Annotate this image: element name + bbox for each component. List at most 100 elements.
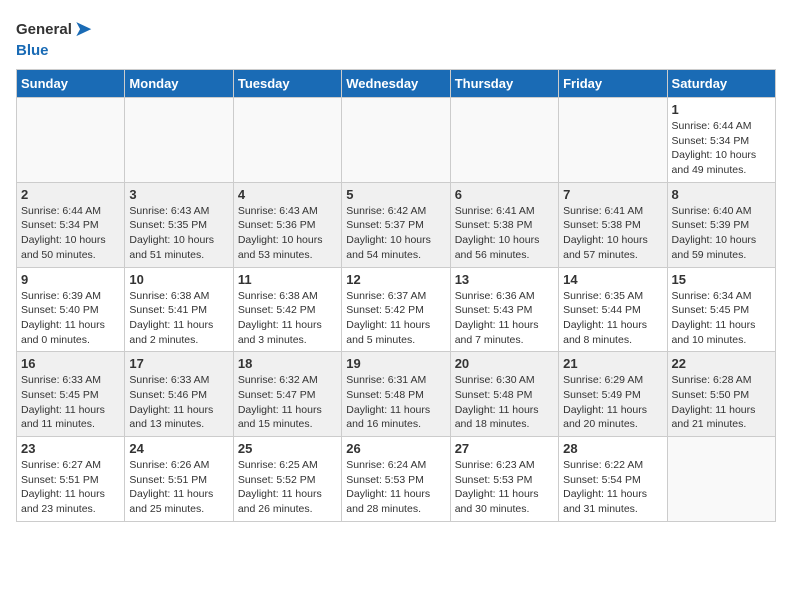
logo-general-text: General: [16, 21, 72, 38]
dow-header-friday: Friday: [559, 70, 667, 98]
logo: General ➤ Blue: [16, 16, 92, 59]
day-number: 10: [129, 272, 228, 287]
day-info: Sunrise: 6:27 AM Sunset: 5:51 PM Dayligh…: [21, 458, 120, 517]
calendar-cell: 9 Sunrise: 6:39 AM Sunset: 5:40 PM Daylig…: [17, 267, 125, 352]
day-info: Sunrise: 6:43 AM Sunset: 5:36 PM Dayligh…: [238, 204, 337, 263]
dow-header-sunday: Sunday: [17, 70, 125, 98]
calendar-cell: 5 Sunrise: 6:42 AM Sunset: 5:37 PM Daylig…: [342, 182, 450, 267]
calendar-cell: 10 Sunrise: 6:38 AM Sunset: 5:41 PM Dayli…: [125, 267, 233, 352]
day-number: 1: [672, 102, 771, 117]
calendar-cell: 4 Sunrise: 6:43 AM Sunset: 5:36 PM Daylig…: [233, 182, 341, 267]
calendar-cell: 11 Sunrise: 6:38 AM Sunset: 5:42 PM Dayli…: [233, 267, 341, 352]
day-info: Sunrise: 6:35 AM Sunset: 5:44 PM Dayligh…: [563, 289, 662, 348]
calendar-cell: 27 Sunrise: 6:23 AM Sunset: 5:53 PM Dayli…: [450, 437, 558, 522]
calendar-cell: 21 Sunrise: 6:29 AM Sunset: 5:49 PM Dayli…: [559, 352, 667, 437]
day-info: Sunrise: 6:32 AM Sunset: 5:47 PM Dayligh…: [238, 373, 337, 432]
day-number: 7: [563, 187, 662, 202]
header: General ➤ Blue: [16, 16, 776, 59]
day-info: Sunrise: 6:44 AM Sunset: 5:34 PM Dayligh…: [672, 119, 771, 178]
day-number: 18: [238, 356, 337, 371]
day-number: 23: [21, 441, 120, 456]
day-number: 6: [455, 187, 554, 202]
day-number: 8: [672, 187, 771, 202]
day-number: 25: [238, 441, 337, 456]
calendar-cell: 18 Sunrise: 6:32 AM Sunset: 5:47 PM Dayli…: [233, 352, 341, 437]
day-info: Sunrise: 6:26 AM Sunset: 5:51 PM Dayligh…: [129, 458, 228, 517]
calendar-cell: 23 Sunrise: 6:27 AM Sunset: 5:51 PM Dayli…: [17, 437, 125, 522]
day-info: Sunrise: 6:33 AM Sunset: 5:46 PM Dayligh…: [129, 373, 228, 432]
calendar-cell: [17, 98, 125, 183]
day-number: 19: [346, 356, 445, 371]
day-info: Sunrise: 6:41 AM Sunset: 5:38 PM Dayligh…: [455, 204, 554, 263]
dow-header-tuesday: Tuesday: [233, 70, 341, 98]
day-number: 27: [455, 441, 554, 456]
day-info: Sunrise: 6:41 AM Sunset: 5:38 PM Dayligh…: [563, 204, 662, 263]
calendar-cell: [667, 437, 775, 522]
calendar-cell: [233, 98, 341, 183]
day-number: 21: [563, 356, 662, 371]
day-number: 24: [129, 441, 228, 456]
day-info: Sunrise: 6:33 AM Sunset: 5:45 PM Dayligh…: [21, 373, 120, 432]
calendar-cell: 25 Sunrise: 6:25 AM Sunset: 5:52 PM Dayli…: [233, 437, 341, 522]
day-info: Sunrise: 6:29 AM Sunset: 5:49 PM Dayligh…: [563, 373, 662, 432]
day-number: 3: [129, 187, 228, 202]
day-number: 26: [346, 441, 445, 456]
calendar-cell: [559, 98, 667, 183]
day-number: 9: [21, 272, 120, 287]
calendar-cell: 15 Sunrise: 6:34 AM Sunset: 5:45 PM Dayli…: [667, 267, 775, 352]
day-info: Sunrise: 6:25 AM Sunset: 5:52 PM Dayligh…: [238, 458, 337, 517]
calendar-cell: 19 Sunrise: 6:31 AM Sunset: 5:48 PM Dayli…: [342, 352, 450, 437]
calendar-table: SundayMondayTuesdayWednesdayThursdayFrid…: [16, 69, 776, 522]
calendar-cell: 14 Sunrise: 6:35 AM Sunset: 5:44 PM Dayli…: [559, 267, 667, 352]
calendar-cell: 7 Sunrise: 6:41 AM Sunset: 5:38 PM Daylig…: [559, 182, 667, 267]
calendar-cell: 1 Sunrise: 6:44 AM Sunset: 5:34 PM Daylig…: [667, 98, 775, 183]
calendar-cell: 6 Sunrise: 6:41 AM Sunset: 5:38 PM Daylig…: [450, 182, 558, 267]
day-info: Sunrise: 6:43 AM Sunset: 5:35 PM Dayligh…: [129, 204, 228, 263]
day-number: 12: [346, 272, 445, 287]
day-number: 2: [21, 187, 120, 202]
day-number: 13: [455, 272, 554, 287]
day-number: 20: [455, 356, 554, 371]
day-info: Sunrise: 6:36 AM Sunset: 5:43 PM Dayligh…: [455, 289, 554, 348]
calendar-cell: [342, 98, 450, 183]
day-number: 15: [672, 272, 771, 287]
day-info: Sunrise: 6:44 AM Sunset: 5:34 PM Dayligh…: [21, 204, 120, 263]
day-number: 11: [238, 272, 337, 287]
day-number: 17: [129, 356, 228, 371]
calendar-cell: 24 Sunrise: 6:26 AM Sunset: 5:51 PM Dayli…: [125, 437, 233, 522]
day-info: Sunrise: 6:38 AM Sunset: 5:42 PM Dayligh…: [238, 289, 337, 348]
calendar-cell: 22 Sunrise: 6:28 AM Sunset: 5:50 PM Dayli…: [667, 352, 775, 437]
calendar-cell: 3 Sunrise: 6:43 AM Sunset: 5:35 PM Daylig…: [125, 182, 233, 267]
day-info: Sunrise: 6:28 AM Sunset: 5:50 PM Dayligh…: [672, 373, 771, 432]
calendar-cell: 26Sunrise: 6:24 AM Sunset: 5:53 PM Dayli…: [342, 437, 450, 522]
day-info: Sunrise: 6:38 AM Sunset: 5:41 PM Dayligh…: [129, 289, 228, 348]
day-number: 4: [238, 187, 337, 202]
calendar-cell: 17 Sunrise: 6:33 AM Sunset: 5:46 PM Dayli…: [125, 352, 233, 437]
logo-blue-text: Blue: [16, 42, 49, 59]
calendar-cell: 20 Sunrise: 6:30 AM Sunset: 5:48 PM Dayli…: [450, 352, 558, 437]
day-number: 5: [346, 187, 445, 202]
dow-header-thursday: Thursday: [450, 70, 558, 98]
day-info: Sunrise: 6:40 AM Sunset: 5:39 PM Dayligh…: [672, 204, 771, 263]
day-info: Sunrise: 6:34 AM Sunset: 5:45 PM Dayligh…: [672, 289, 771, 348]
day-number: 16: [21, 356, 120, 371]
dow-header-wednesday: Wednesday: [342, 70, 450, 98]
dow-header-saturday: Saturday: [667, 70, 775, 98]
calendar-cell: 12Sunrise: 6:37 AM Sunset: 5:42 PM Dayli…: [342, 267, 450, 352]
day-info: Sunrise: 6:39 AM Sunset: 5:40 PM Dayligh…: [21, 289, 120, 348]
day-info: Sunrise: 6:23 AM Sunset: 5:53 PM Dayligh…: [455, 458, 554, 517]
day-info: Sunrise: 6:31 AM Sunset: 5:48 PM Dayligh…: [346, 373, 445, 432]
day-number: 28: [563, 441, 662, 456]
calendar-cell: [450, 98, 558, 183]
calendar-cell: [125, 98, 233, 183]
calendar-cell: 16 Sunrise: 6:33 AM Sunset: 5:45 PM Dayli…: [17, 352, 125, 437]
day-info: Sunrise: 6:42 AM Sunset: 5:37 PM Dayligh…: [346, 204, 445, 263]
day-number: 14: [563, 272, 662, 287]
calendar-cell: 8 Sunrise: 6:40 AM Sunset: 5:39 PM Daylig…: [667, 182, 775, 267]
calendar-cell: 13 Sunrise: 6:36 AM Sunset: 5:43 PM Dayli…: [450, 267, 558, 352]
calendar-cell: 28Sunrise: 6:22 AM Sunset: 5:54 PM Dayli…: [559, 437, 667, 522]
day-info: Sunrise: 6:30 AM Sunset: 5:48 PM Dayligh…: [455, 373, 554, 432]
day-number: 22: [672, 356, 771, 371]
logo-bird-icon: ➤: [74, 16, 92, 42]
dow-header-monday: Monday: [125, 70, 233, 98]
